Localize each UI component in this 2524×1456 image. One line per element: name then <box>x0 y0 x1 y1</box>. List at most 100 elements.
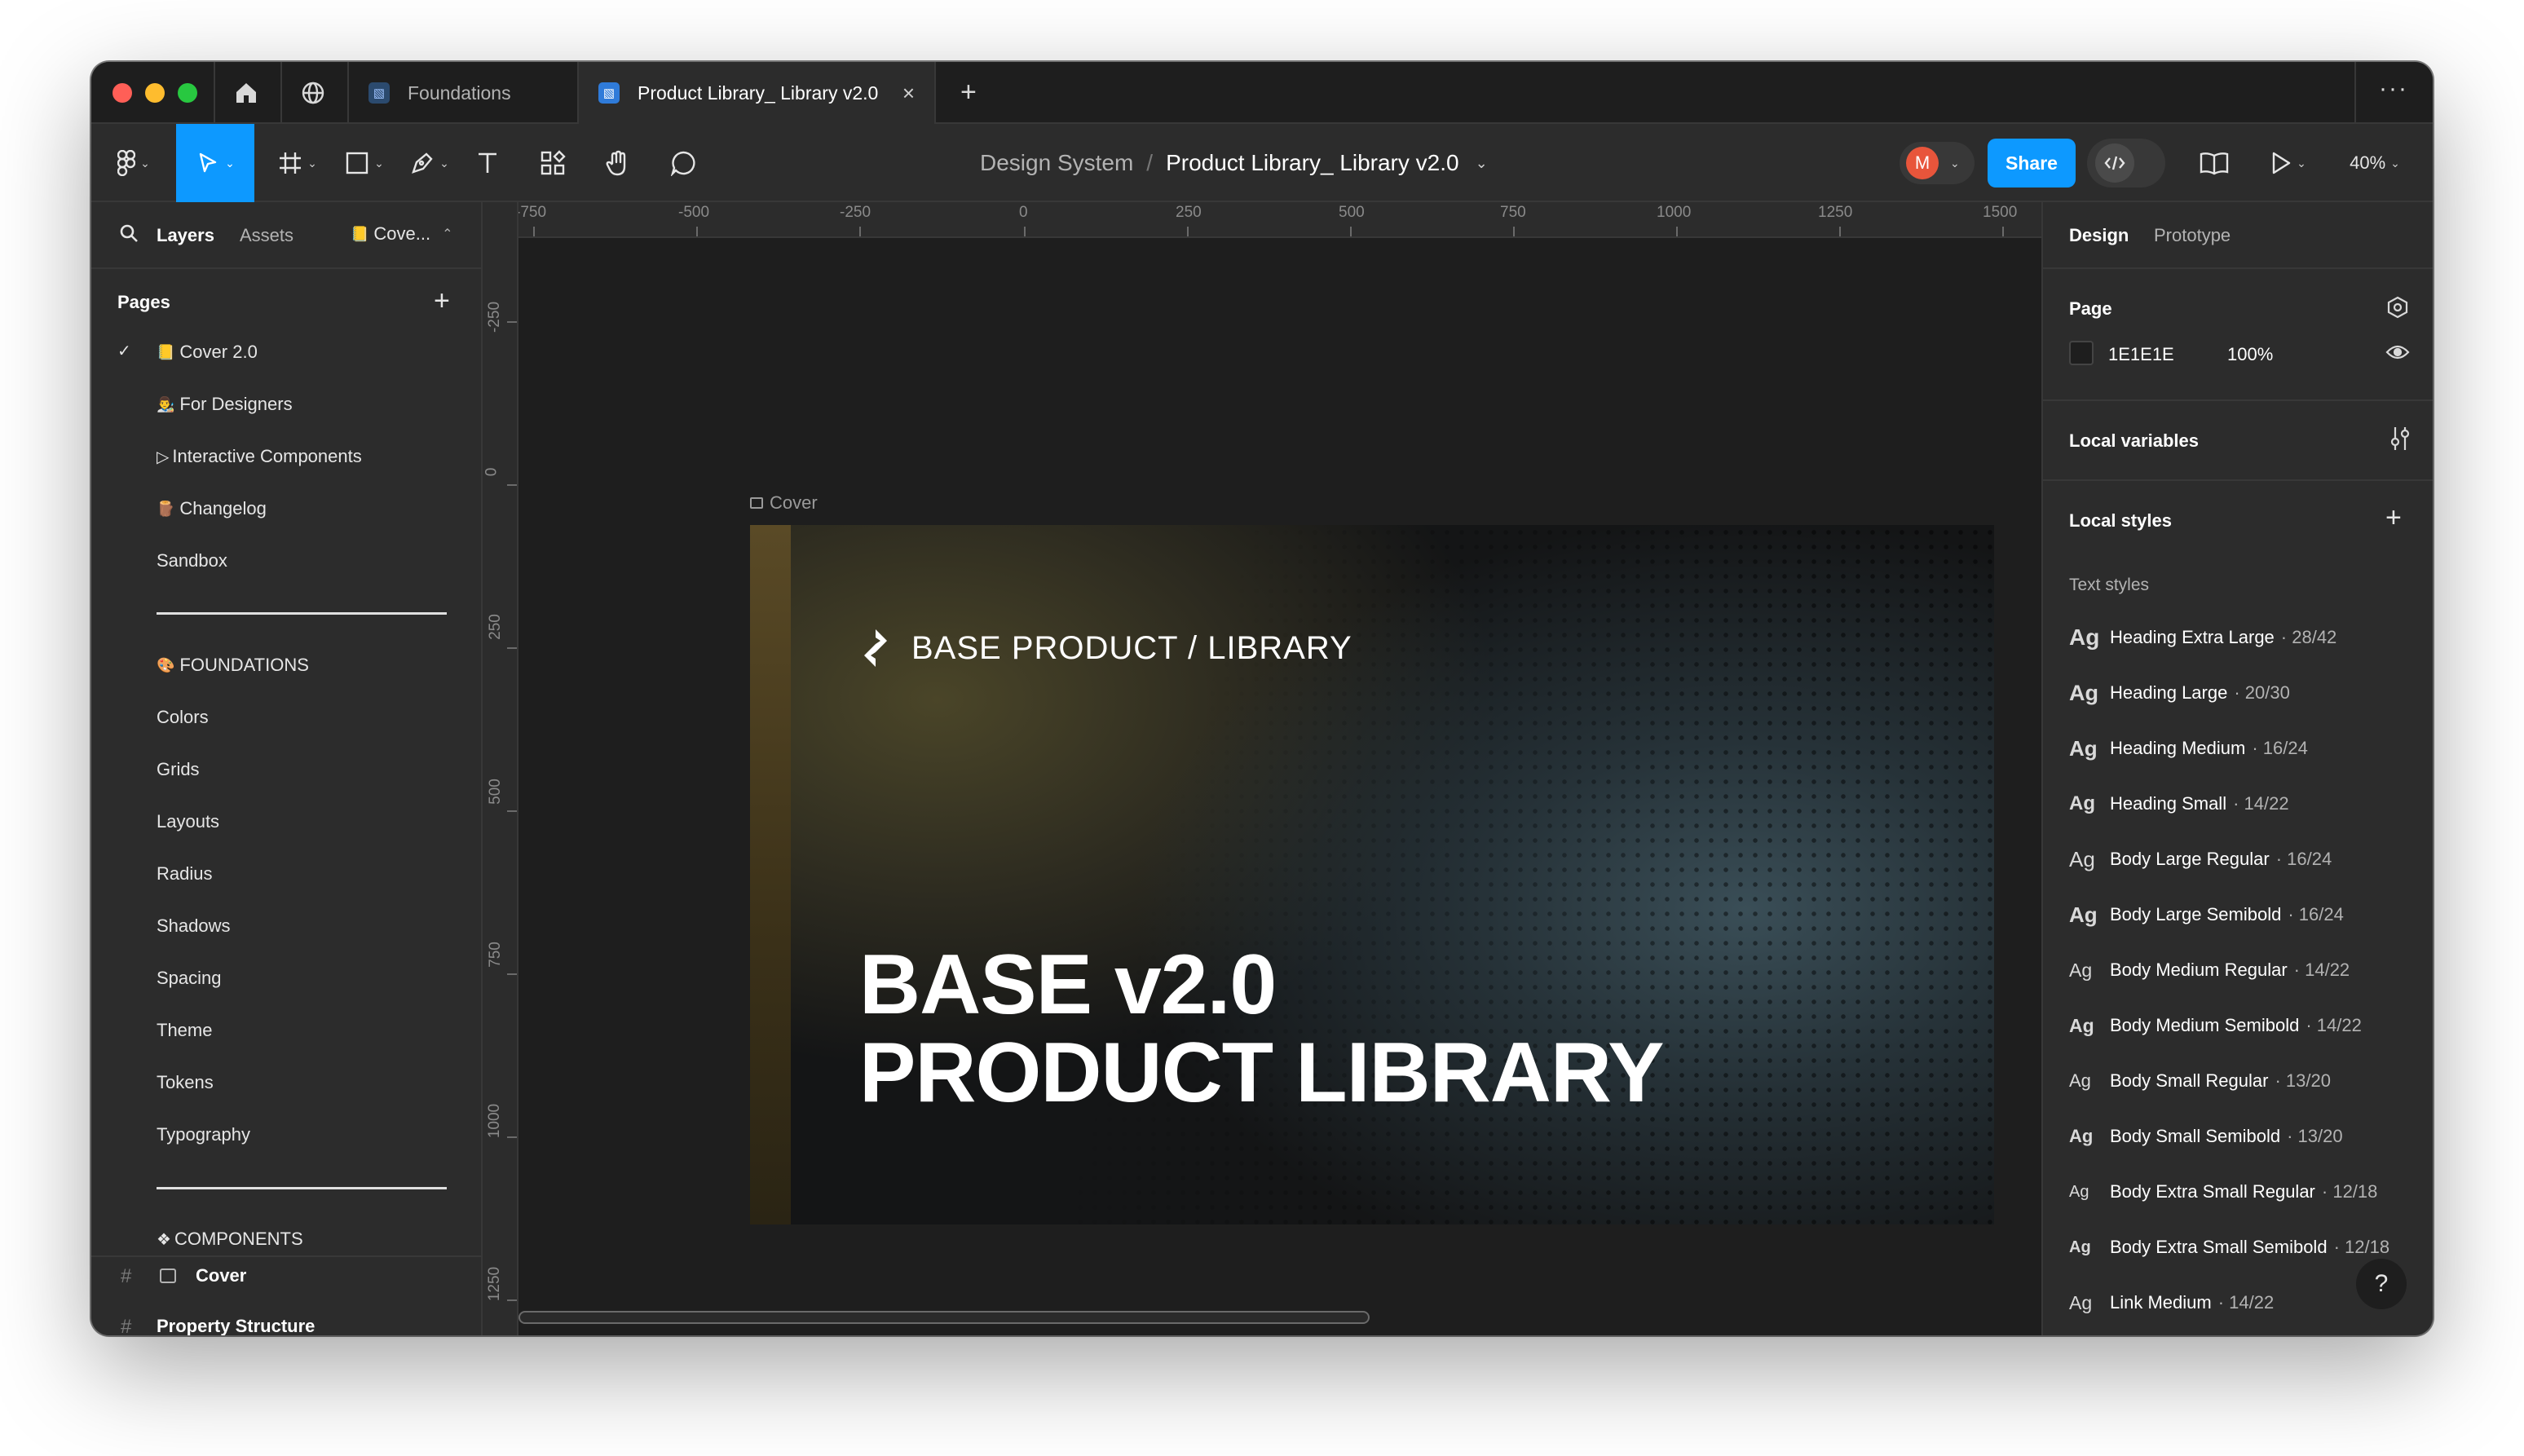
search-icon[interactable] <box>119 223 139 247</box>
multiplayer-button[interactable]: M ⌄ <box>1900 142 1975 184</box>
pages-title: Pages <box>117 292 170 312</box>
maximize-window-button[interactable] <box>178 83 197 103</box>
frame-icon <box>280 152 302 174</box>
text-style-item[interactable]: Ag Heading Medium · 16/24 <box>2069 732 2308 765</box>
layer-cover[interactable]: Cover <box>196 1265 246 1286</box>
pen-icon <box>412 152 433 174</box>
page-opacity-value[interactable]: 100% <box>2227 344 2273 365</box>
page-colors[interactable]: Colors <box>157 701 209 734</box>
vertical-ruler: -250 0 250 500 750 1000 1250 <box>483 202 518 1335</box>
text-style-item[interactable]: Ag Body Small Regular · 13/20 <box>2069 1065 2331 1097</box>
text-tool-button[interactable] <box>465 124 510 202</box>
page-typography[interactable]: Typography <box>157 1118 250 1151</box>
page-cover[interactable]: 📒 Cover 2.0 <box>157 336 258 368</box>
comment-tool-button[interactable] <box>660 124 706 202</box>
page-layouts[interactable]: Layouts <box>157 805 219 838</box>
add-style-icon[interactable]: + <box>2385 502 2402 534</box>
page-sandbox[interactable]: Sandbox <box>157 545 227 577</box>
share-button[interactable]: Share <box>1988 139 2076 188</box>
tab-product-library[interactable]: ▧ Product Library_ Library v2.0 × <box>579 62 934 124</box>
page-changelog[interactable]: 🪵 Changelog <box>157 492 267 525</box>
canvas[interactable]: -750 -500 -250 0 250 500 750 1000 1250 1… <box>483 202 2041 1335</box>
pen-tool-button[interactable]: ⌄ <box>401 124 458 202</box>
tab-design[interactable]: Design <box>2069 225 2129 246</box>
tab-layers[interactable]: Layers <box>157 225 214 246</box>
layer-property-structure[interactable]: Property Structure <box>157 1316 315 1335</box>
cover-frame[interactable]: BASE PRODUCT / LIBRARY BASE v2.0 PRODUCT… <box>750 525 1994 1224</box>
new-tab-icon[interactable]: + <box>960 77 977 108</box>
file-icon: ▧ <box>368 82 390 104</box>
project-name[interactable]: Design System <box>980 150 1133 176</box>
page-settings-icon[interactable] <box>2385 295 2410 324</box>
page-color-value[interactable]: 1E1E1E <box>2108 344 2174 365</box>
text-style-icon: Ag <box>2069 1014 2094 1036</box>
help-button[interactable]: ? <box>2356 1259 2407 1309</box>
home-icon[interactable] <box>233 80 259 110</box>
book-icon <box>2200 152 2229 175</box>
shape-tool-button[interactable]: ⌄ <box>336 124 393 202</box>
more-options-icon[interactable]: ··· <box>2379 75 2408 103</box>
globe-icon[interactable] <box>300 80 326 110</box>
move-tool-button[interactable]: ⌄ <box>176 124 254 202</box>
text-style-icon: Ag <box>2069 1070 2091 1091</box>
page-tokens[interactable]: Tokens <box>157 1066 214 1099</box>
file-name[interactable]: Product Library_ Library v2.0 <box>1166 150 1459 176</box>
frame-tool-button[interactable]: ⌄ <box>269 124 326 202</box>
present-button[interactable]: ⌄ <box>2260 124 2317 202</box>
page-radius[interactable]: Radius <box>157 858 212 890</box>
page-grids[interactable]: Grids <box>157 753 200 786</box>
page-shadows[interactable]: Shadows <box>157 910 231 942</box>
tab-foundations[interactable]: ▧ Foundations <box>349 62 577 124</box>
text-style-item[interactable]: Ag Body Small Semibold · 13/20 <box>2069 1120 2343 1153</box>
section-icon <box>750 497 763 509</box>
zoom-dropdown[interactable]: 40% ⌄ <box>2338 124 2411 202</box>
comment-icon <box>670 151 695 176</box>
text-style-item[interactable]: Ag Body Extra Small Regular · 12/18 <box>2069 1176 2377 1208</box>
text-style-item[interactable]: Ag Body Extra Small Semibold · 12/18 <box>2069 1231 2389 1264</box>
horizontal-scrollbar[interactable] <box>518 1311 1370 1324</box>
text-style-item[interactable]: Ag Body Medium Semibold · 14/22 <box>2069 1009 2362 1042</box>
add-page-icon[interactable]: + <box>434 285 450 317</box>
text-style-item[interactable]: Ag Heading Small · 14/22 <box>2069 788 2289 820</box>
zoom-level: 40% <box>2350 152 2386 173</box>
frame-label[interactable]: Cover <box>750 492 818 514</box>
section-icon <box>160 1268 176 1283</box>
page-components[interactable]: ❖ COMPONENTS <box>157 1223 303 1255</box>
hand-tool-button[interactable] <box>595 124 641 202</box>
page-spacing[interactable]: Spacing <box>157 962 222 995</box>
main-menu-button[interactable]: ⌄ <box>109 124 158 202</box>
page-interactive-components[interactable]: ▷ Interactive Components <box>157 440 362 473</box>
resources-button[interactable] <box>530 124 576 202</box>
text-style-icon: Ag <box>2069 792 2095 814</box>
text-style-item[interactable]: Ag Body Large Semibold · 16/24 <box>2069 898 2344 931</box>
eye-icon[interactable] <box>2385 342 2410 366</box>
text-style-item[interactable]: Ag Body Large Regular · 16/24 <box>2069 843 2332 876</box>
text-style-item[interactable]: Ag Heading Extra Large · 28/42 <box>2069 621 2336 654</box>
text-style-item[interactable]: Ag Link Medium · 14/22 <box>2069 1286 2274 1319</box>
page-switcher[interactable]: 📒 Cove... ⌃ <box>351 223 453 245</box>
dev-mode-toggle[interactable] <box>2087 139 2165 188</box>
text-style-item[interactable]: Ag Heading Large · 20/30 <box>2069 677 2290 709</box>
tab-label: Foundations <box>408 82 511 104</box>
file-icon: ▧ <box>598 82 620 104</box>
tab-prototype[interactable]: Prototype <box>2154 225 2231 246</box>
code-icon <box>2095 143 2134 183</box>
page-color-swatch[interactable] <box>2069 341 2094 365</box>
page-foundations[interactable]: 🎨 FOUNDATIONS <box>157 649 309 682</box>
page-for-designers[interactable]: 👨‍🎨 For Designers <box>157 388 293 421</box>
avatar[interactable]: M <box>1906 147 1939 179</box>
close-window-button[interactable] <box>113 83 132 103</box>
minimize-window-button[interactable] <box>145 83 165 103</box>
chevron-up-icon: ⌃ <box>442 227 453 241</box>
tab-bar: ▧ Foundations ▧ Product Library_ Library… <box>91 62 2433 124</box>
page-theme[interactable]: Theme <box>157 1014 212 1047</box>
text-style-item[interactable]: Ag Body Medium Regular · 14/22 <box>2069 954 2350 986</box>
library-button[interactable] <box>2191 124 2237 202</box>
chevron-down-icon[interactable]: ⌄ <box>1476 155 1488 172</box>
variables-icon[interactable] <box>2389 426 2411 456</box>
text-style-icon: Ag <box>2069 1126 2094 1146</box>
page-divider <box>157 612 447 615</box>
rectangle-icon <box>346 152 368 174</box>
tab-assets[interactable]: Assets <box>240 225 293 246</box>
close-tab-icon[interactable]: × <box>902 81 915 106</box>
